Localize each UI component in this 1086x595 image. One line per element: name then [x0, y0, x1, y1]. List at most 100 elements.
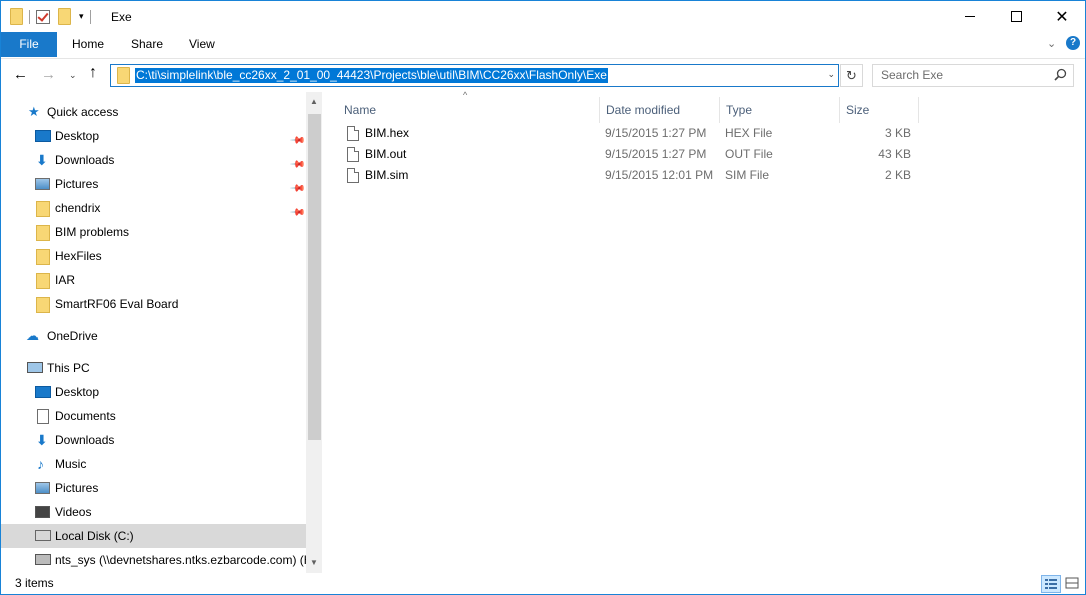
nav-item-pc-downloads[interactable]: ⬇ Downloads — [1, 428, 306, 452]
nav-item-label: chendrix — [55, 201, 101, 215]
column-header-name[interactable]: Name — [338, 97, 600, 123]
nav-item-label: BIM problems — [55, 225, 130, 239]
details-view-button[interactable] — [1041, 575, 1061, 593]
close-icon: ✕ — [1055, 8, 1069, 26]
nav-item-pc-pictures[interactable]: Pictures — [1, 476, 306, 500]
file-size: 3 KB — [884, 126, 911, 140]
nav-item-hexfiles[interactable]: HexFiles — [1, 244, 306, 268]
nav-item-label: Downloads — [55, 153, 115, 167]
nav-item-videos[interactable]: Videos — [1, 500, 306, 524]
nav-item-label: Videos — [55, 505, 92, 519]
window-title: Exe — [111, 10, 132, 24]
file-name: BIM.hex — [365, 126, 410, 140]
quick-access-toolbar: ▾ — [10, 8, 97, 25]
minimize-icon — [965, 16, 975, 17]
up-button[interactable]: ↑ — [89, 64, 97, 82]
help-icon[interactable]: ? — [1066, 36, 1080, 50]
nav-item-label: Desktop — [55, 129, 100, 143]
nav-item-local-disk[interactable]: Local Disk (C:) — [1, 524, 306, 548]
nav-item-label: Local Disk (C:) — [55, 529, 134, 543]
network-drive-icon — [35, 554, 51, 565]
search-box[interactable] — [872, 64, 1074, 87]
nav-item-label: HexFiles — [55, 249, 102, 263]
disk-icon — [35, 530, 51, 541]
address-path[interactable]: C:\ti\simplelink\ble_cc26xx_2_01_00_4442… — [135, 68, 608, 83]
large-icons-view-button[interactable] — [1063, 575, 1081, 591]
tab-view[interactable]: View — [189, 32, 215, 57]
nav-item-documents[interactable]: Documents — [1, 404, 306, 428]
address-bar[interactable]: C:\ti\simplelink\ble_cc26xx_2_01_00_4442… — [110, 64, 839, 87]
nav-item-desktop[interactable]: Desktop 📌 — [1, 124, 306, 149]
folder-icon — [36, 249, 50, 265]
nav-item-chendrix[interactable]: chendrix 📌 — [1, 196, 306, 221]
new-folder-icon[interactable] — [58, 8, 71, 25]
desktop-icon — [35, 386, 51, 398]
file-row[interactable]: BIM.sim 9/15/2015 12:01 PM SIM File 2 KB — [338, 165, 918, 186]
file-explorer-window: ▾ Exe ✕ File Home Share View ⌄ ? ← → ⌄ ↑… — [0, 0, 1086, 595]
nav-item-this-pc[interactable]: This PC — [1, 356, 306, 380]
address-history-dropdown-icon[interactable]: ⌄ — [827, 69, 835, 80]
folder-icon — [36, 273, 50, 289]
customize-toolbar-dropdown-icon[interactable]: ▾ — [79, 11, 84, 22]
nav-item-label: Pictures — [55, 177, 99, 191]
cloud-icon: ☁ — [26, 328, 39, 343]
nav-item-label: Quick access — [47, 105, 119, 119]
nav-item-pictures[interactable]: Pictures 📌 — [1, 172, 306, 197]
file-row[interactable]: BIM.hex 9/15/2015 1:27 PM HEX File 3 KB — [338, 123, 918, 144]
nav-item-label: IAR — [55, 273, 76, 287]
file-row[interactable]: BIM.out 9/15/2015 1:27 PM OUT File 43 KB — [338, 144, 918, 165]
nav-item-label: SmartRF06 Eval Board — [55, 297, 179, 311]
nav-item-smartrf06[interactable]: SmartRF06 Eval Board — [1, 292, 306, 316]
nav-item-label: Music — [55, 457, 87, 471]
toolbar-divider — [89, 9, 91, 24]
nav-item-quick-access[interactable]: ★ Quick access — [1, 100, 306, 124]
item-count: 3 items — [15, 576, 54, 590]
nav-scrollbar[interactable]: ▲ ▼ — [306, 92, 322, 573]
column-header-type[interactable]: Type — [720, 97, 840, 123]
column-header-date-modified[interactable]: Date modified — [600, 97, 720, 123]
file-date: 9/15/2015 1:27 PM — [605, 147, 707, 161]
refresh-button[interactable]: ↻ — [840, 64, 863, 87]
nav-item-music[interactable]: ♪ Music — [1, 452, 306, 476]
pictures-icon — [35, 178, 50, 190]
scrollbar-thumb[interactable] — [308, 114, 321, 440]
nav-item-downloads[interactable]: ⬇ Downloads 📌 — [1, 148, 306, 173]
nav-item-label: Downloads — [55, 433, 115, 447]
maximize-button[interactable] — [993, 1, 1039, 32]
download-icon: ⬇ — [36, 432, 48, 448]
folder-icon — [36, 201, 50, 217]
properties-icon[interactable] — [36, 9, 50, 24]
file-name: BIM.out — [365, 147, 407, 161]
forward-button[interactable]: → — [41, 66, 56, 83]
folder-icon — [36, 225, 50, 241]
navigation-pane: ★ Quick access Desktop 📌 ⬇ Downloads 📌 P… — [1, 92, 322, 573]
nav-item-bim-problems[interactable]: BIM problems — [1, 220, 306, 244]
file-icon — [347, 147, 359, 162]
nav-item-iar[interactable]: IAR — [1, 268, 306, 292]
recent-locations-dropdown[interactable]: ⌄ — [69, 70, 77, 81]
file-size: 43 KB — [878, 147, 911, 161]
title-bar: ▾ Exe ✕ — [1, 1, 1085, 32]
column-header-size[interactable]: Size — [840, 97, 919, 123]
tab-file[interactable]: File — [1, 32, 57, 57]
documents-icon — [37, 409, 49, 424]
details-view-icon — [1045, 579, 1057, 589]
expand-ribbon-icon[interactable]: ⌄ — [1047, 37, 1056, 50]
nav-item-pc-desktop[interactable]: Desktop — [1, 380, 306, 404]
nav-item-onedrive[interactable]: ☁ OneDrive — [1, 324, 306, 348]
nav-item-network-drive[interactable]: nts_sys (\\devnetshares.ntks.ezbarcode.c… — [1, 548, 312, 572]
desktop-icon — [35, 130, 51, 142]
file-type: SIM File — [725, 168, 770, 182]
music-icon: ♪ — [37, 456, 44, 472]
close-button[interactable]: ✕ — [1039, 1, 1085, 32]
videos-icon — [35, 506, 50, 518]
scroll-up-arrow-icon[interactable]: ▲ — [310, 97, 318, 106]
minimize-button[interactable] — [947, 1, 993, 32]
tab-share[interactable]: Share — [131, 32, 163, 57]
maximize-icon — [1010, 11, 1022, 22]
search-icon[interactable] — [1054, 68, 1067, 81]
tab-home[interactable]: Home — [72, 32, 104, 57]
search-input[interactable] — [873, 65, 1051, 84]
scroll-down-arrow-icon[interactable]: ▼ — [310, 558, 318, 567]
back-button[interactable]: ← — [13, 66, 28, 83]
